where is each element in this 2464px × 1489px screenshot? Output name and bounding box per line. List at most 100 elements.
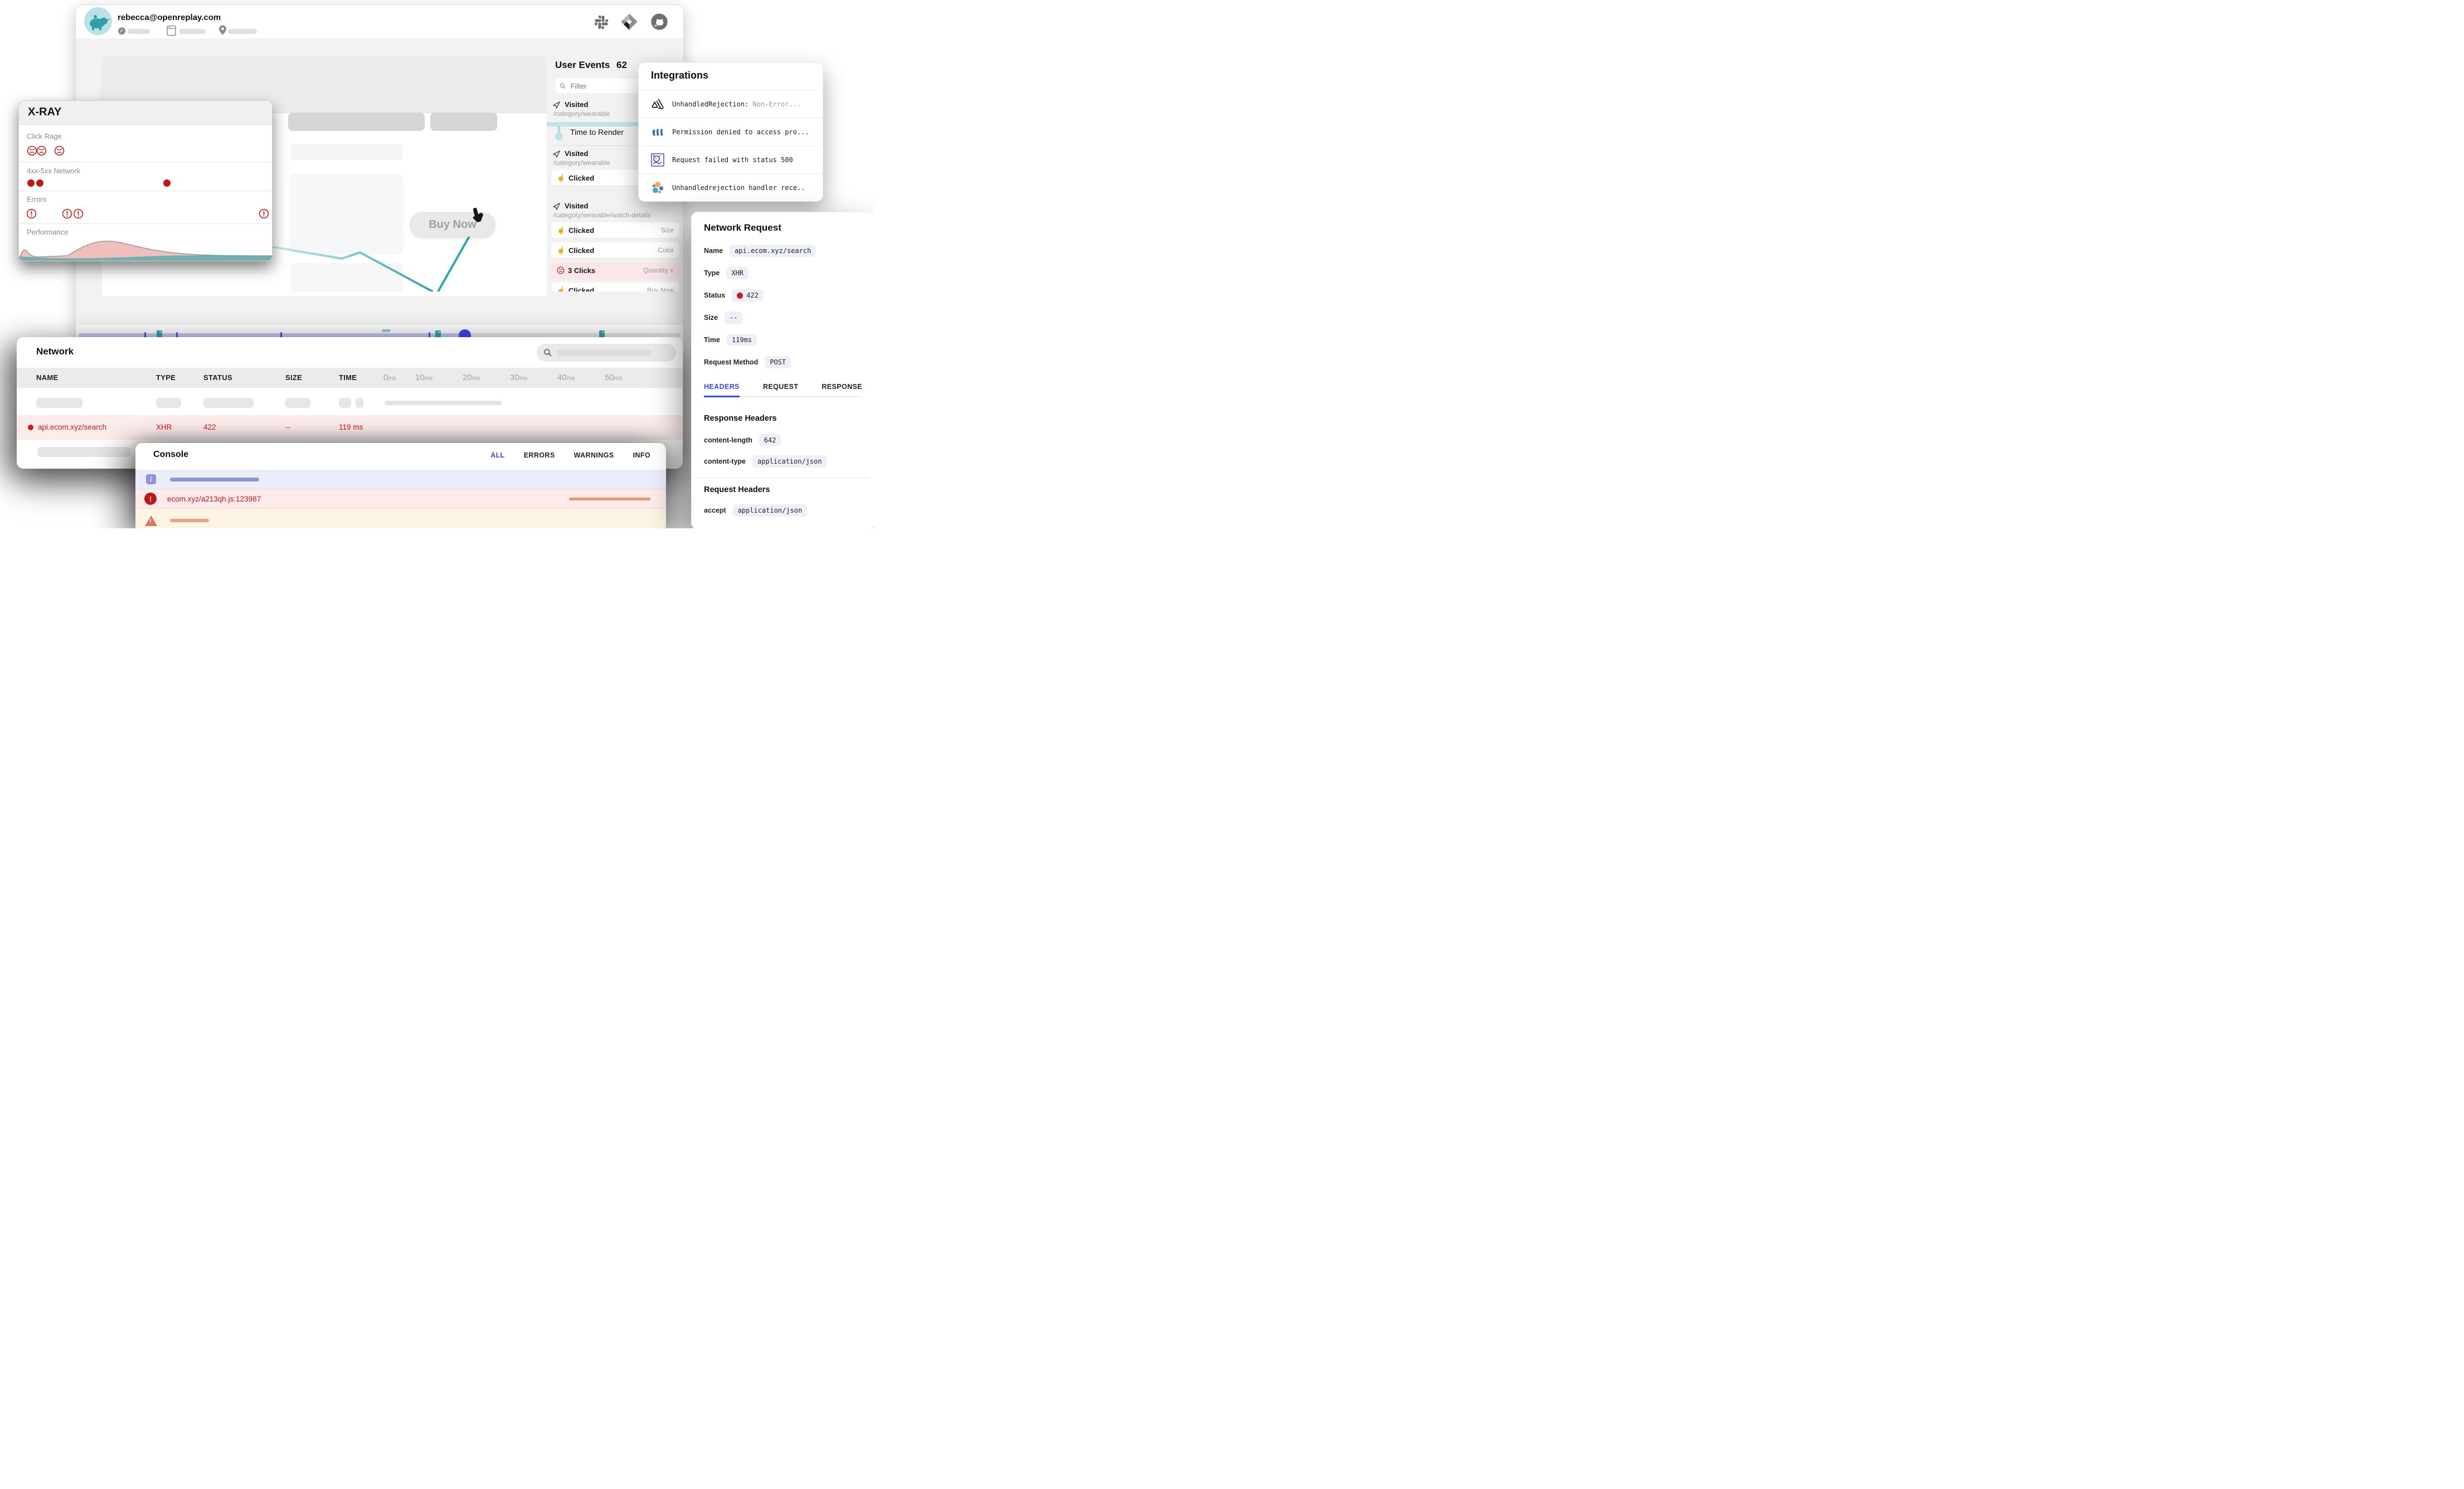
network-error-dot[interactable] [36, 179, 43, 187]
integration-item-sentry[interactable]: UnhandledRejection: Non-Error... [639, 90, 823, 118]
visited-icon [552, 101, 561, 109]
table-row-skeleton[interactable] [17, 394, 683, 412]
col-name: NAME [36, 373, 58, 382]
search-input-skeleton [557, 349, 652, 356]
render-time-dot [555, 133, 563, 140]
event-card-clicked-buynow[interactable]: ☝ Clicked Buy Now [551, 283, 679, 291]
field-label: Name [704, 247, 723, 255]
avatar [84, 7, 112, 35]
event-visited[interactable]: Visited [565, 149, 588, 158]
elastic-icon [651, 181, 664, 194]
field-label: Status [704, 291, 725, 299]
integrations-panel: Integrations UnhandledRejection: Non-Err… [638, 62, 823, 202]
session-header: rebecca@openreplay.com [76, 5, 683, 38]
user-events-title-text: User Events [555, 60, 610, 70]
field-size: Size -- [704, 312, 742, 324]
rage-face-icon[interactable] [54, 145, 65, 156]
error-badge-icon[interactable] [259, 208, 269, 219]
event-clicked-label: Clicked [568, 174, 594, 182]
console-row-info[interactable]: i [135, 470, 666, 489]
event-path: /category/wearable/watch-details [553, 211, 651, 219]
datadog-icon [651, 153, 664, 167]
slack-icon[interactable] [593, 14, 610, 31]
event-rage-label: 3 Clicks [568, 266, 595, 275]
console-row-error[interactable]: ! ecom.xyz/a213qh.js:123987 [135, 489, 666, 509]
location-skeleton [228, 29, 257, 34]
integration-item-elastic[interactable]: Unhandledrejection handler rece.. [639, 173, 823, 201]
field-type: Type XHR [704, 267, 749, 279]
clicked-icon: ☝ [557, 174, 565, 181]
integration-item-datadog[interactable]: Request failed with status 500 [639, 145, 823, 173]
integration-message: Request failed with status 500 [672, 156, 793, 164]
tick-40ms: 40ms [557, 373, 575, 382]
status-error-dot [737, 293, 743, 299]
network-error-dot[interactable] [27, 179, 35, 187]
integration-message: Permission denied to access pro... [672, 128, 809, 136]
event-card-rage-clicks[interactable]: 3 Clicks Quantity + [551, 262, 679, 278]
cell-status: 422 [203, 423, 216, 431]
event-target-label: Size [661, 226, 674, 234]
field-value: -- [725, 312, 742, 324]
user-events-title: User Events 62 [555, 60, 627, 71]
tab-headers[interactable]: HEADERS [704, 383, 740, 397]
warning-icon: ! [145, 515, 157, 526]
event-visited[interactable]: Visited [565, 100, 588, 109]
header-row-content-type: content-type application/json [704, 455, 827, 468]
network-error-dot[interactable] [163, 179, 171, 187]
header-key: accept [704, 507, 726, 514]
tab-warnings[interactable]: WARNINGS [574, 451, 614, 459]
field-time: Time 119ms [704, 334, 757, 346]
tick-10ms: 10ms [415, 373, 432, 382]
bugsnag-icon [651, 125, 664, 139]
integration-item-bugsnag[interactable]: Permission denied to access pro... [639, 118, 823, 145]
browser-icon [167, 25, 176, 36]
error-badge-icon[interactable] [73, 208, 84, 219]
tick-50ms: 50ms [605, 373, 622, 382]
field-label: Request Method [704, 358, 758, 366]
error-dot [28, 425, 33, 430]
browser-skeleton [179, 29, 206, 34]
tab-errors[interactable]: ERRORS [524, 451, 555, 459]
waterfall-bar-skeleton [385, 401, 502, 405]
error-badge-icon[interactable] [62, 208, 72, 219]
visited-icon [552, 150, 561, 158]
field-value: api.ecom.xyz/search [730, 245, 816, 257]
console-title: Console [153, 450, 188, 460]
tab-response[interactable]: RESPONSE [822, 383, 862, 396]
rage-face-icon[interactable] [36, 145, 47, 156]
console-row-warning[interactable]: ! [135, 509, 666, 528]
warning-skeleton [170, 519, 209, 522]
network-table-header: NAME TYPE STATUS SIZE TIME 0ms 10ms 20ms… [17, 368, 683, 388]
openreplay-scene: rebecca@openreplay.com [0, 0, 874, 528]
error-badge-icon[interactable] [26, 208, 37, 219]
event-path: /category/wearable [553, 110, 610, 118]
clock-icon [118, 27, 126, 35]
network-search[interactable] [537, 344, 676, 362]
field-value: 422 [732, 289, 764, 301]
xray-panel: X-RAY Click Rage 4xx-5xx Network Errors [18, 100, 273, 261]
search-icon [543, 348, 552, 357]
event-card-clicked-size[interactable]: ☝ Clicked Size [551, 222, 679, 238]
tab-info[interactable]: INFO [633, 451, 650, 459]
event-card-clicked-color[interactable]: ☝ Clicked Color [551, 242, 679, 258]
jira-icon[interactable] [620, 13, 638, 31]
event-target-label: Buy Now [647, 286, 674, 291]
github-icon[interactable] [650, 13, 668, 31]
tab-all[interactable]: ALL [490, 451, 505, 459]
table-row-error-request[interactable]: api.ecom.xyz/search XHR 422 -- 119 ms [17, 415, 683, 440]
header-row-accept: accept application/json [704, 504, 807, 517]
event-target-label: Color [658, 246, 674, 254]
request-detail-tabs: HEADERS REQUEST RESPONSE [704, 383, 862, 397]
integration-message: UnhandledRejection: Non-Error... [672, 100, 801, 108]
console-tabs: ALL ERRORS WARNINGS INFO [490, 451, 650, 459]
event-path: /category/wearable [553, 159, 610, 167]
rage-click-icon [557, 266, 565, 274]
field-label: Time [704, 336, 720, 344]
header-key: content-type [704, 458, 746, 465]
col-type: TYPE [156, 373, 176, 382]
tab-request[interactable]: REQUEST [763, 383, 798, 396]
col-size: SIZE [285, 373, 302, 382]
xray-title: X-RAY [28, 106, 61, 119]
event-visited[interactable]: Visited [565, 202, 588, 210]
errors-label: Errors [27, 195, 46, 203]
